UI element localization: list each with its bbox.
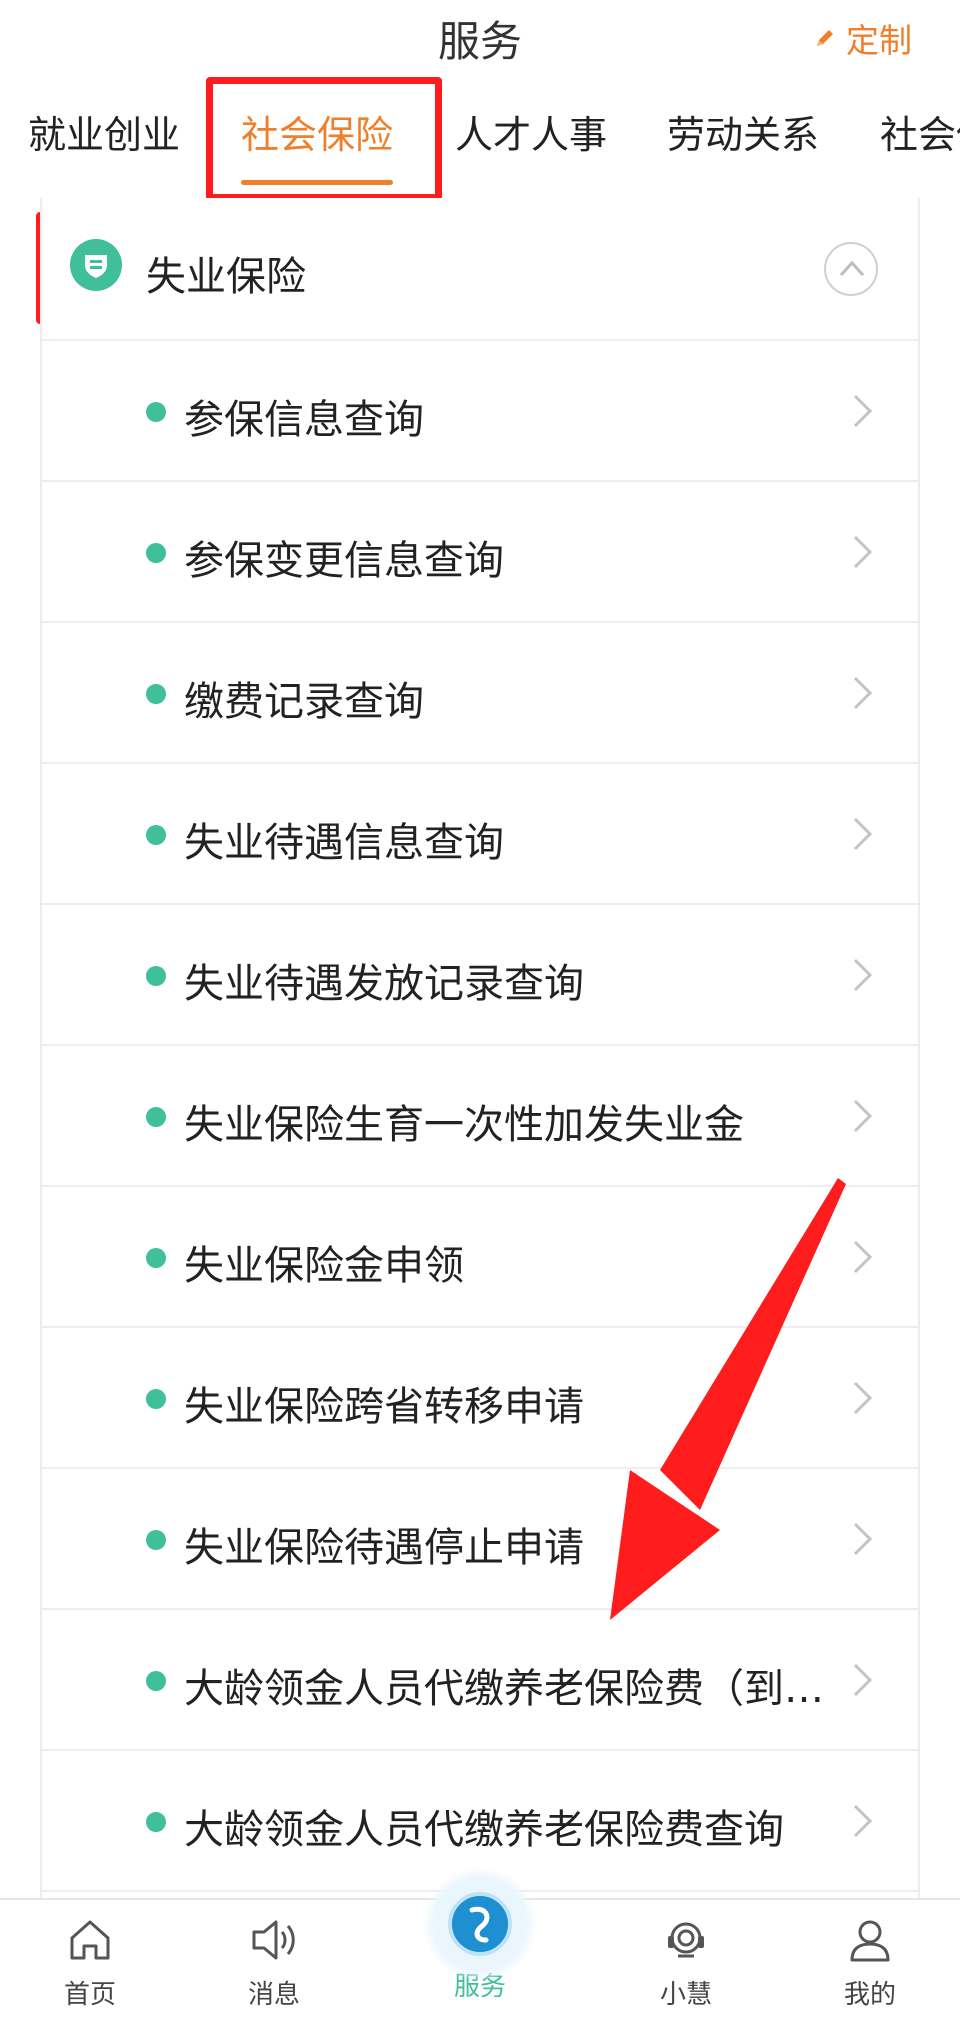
section-title: 失业保险 [146,254,306,300]
chevron-right-icon [853,394,873,428]
customize-label: 定制 [846,21,912,60]
home-icon [70,1920,110,1960]
header: 服务 定制 [0,0,960,80]
list-item[interactable]: 参保信息查询 [42,341,918,482]
nav-profile[interactable]: 我的 [810,1916,930,2011]
bullet-dot [146,1812,166,1832]
nav-assistant-label: 小慧 [659,1980,712,2010]
bullet-dot [146,543,166,563]
list-item-label: 失业保险跨省转移申请 [184,1384,584,1430]
chevron-right-icon [853,1522,873,1556]
nav-messages-label: 消息 [247,1980,300,2010]
list-item[interactable]: 大龄领金人员代缴养老保险费（到户缴费） [42,1610,918,1751]
chevron-right-icon [853,535,873,569]
list-item[interactable]: 失业待遇信息查询 [42,764,918,905]
chevron-right-icon [853,958,873,992]
chevron-up-icon [839,260,865,277]
list-item-label: 参保信息查询 [184,397,424,443]
list-item[interactable]: 失业待遇发放记录查询 [42,905,918,1046]
section-header[interactable]: 失业保险 [42,198,918,341]
tab-talent[interactable]: 人才人事 [455,104,607,159]
list-item[interactable]: 失业保险生育一次性加发失业金 [42,1046,918,1187]
tab-labor-relations[interactable]: 劳动关系 [667,104,819,159]
service-list-card: 失业保险 参保信息查询 参保变更信息查询 缴费记录查询 失业待遇信息查询 失业待… [40,198,920,1898]
list-item-label: 大龄领金人员代缴养老保险费（到户缴费） [184,1666,832,1712]
tab-social-more[interactable]: 社会保 [880,104,960,159]
category-tabs: 就业创业 社会保险 人才人事 劳动关系 社会保 [0,96,960,196]
list-item-label: 失业保险金申领 [184,1243,464,1289]
highlight-box-tab [206,77,442,201]
nav-profile-label: 我的 [843,1980,896,2010]
user-icon [850,1920,890,1962]
chevron-right-icon [853,1240,873,1274]
list-item-label: 失业保险生育一次性加发失业金 [184,1102,744,1148]
bullet-dot [146,1389,166,1409]
customize-button[interactable]: 定制 [814,14,912,62]
list-item-label: 大龄领金人员代缴养老保险费查询 [184,1807,784,1853]
list-item-label: 失业保险待遇停止申请 [184,1525,584,1571]
speaker-icon [252,1920,295,1960]
nav-assistant[interactable]: 小慧 [626,1916,746,2011]
bullet-dot [146,684,166,704]
bullet-dot [146,1107,166,1127]
bullet-dot [146,1530,166,1550]
nav-messages[interactable]: 消息 [214,1916,334,2011]
chevron-right-icon [853,817,873,851]
chevron-right-icon [853,676,873,710]
list-item-label: 失业待遇发放记录查询 [184,961,584,1007]
bullet-dot [146,1248,166,1268]
annotation-arrow-icon [610,1178,846,1620]
chevron-right-icon [853,1381,873,1415]
bullet-dot [146,966,166,986]
list-item[interactable]: 缴费记录查询 [42,623,918,764]
tab-employment[interactable]: 就业创业 [28,104,180,159]
collapse-button[interactable] [824,242,878,296]
shield-badge-icon [70,239,122,291]
bullet-dot [146,825,166,845]
list-item-label: 参保变更信息查询 [184,538,504,584]
chevron-right-icon [853,1663,873,1697]
list-item-label: 缴费记录查询 [184,679,424,725]
list-item-label: 失业待遇信息查询 [184,820,504,866]
pencil-icon [817,30,833,46]
bullet-dot [146,1671,166,1691]
chevron-right-icon [853,1804,873,1838]
service-logo-icon[interactable] [424,1868,536,1980]
nav-home-label: 首页 [63,1980,116,2010]
headset-icon [668,1922,704,1958]
list-item[interactable]: 参保变更信息查询 [42,482,918,623]
nav-home[interactable]: 首页 [30,1916,150,2011]
chevron-right-icon [853,1099,873,1133]
bullet-dot [146,402,166,422]
